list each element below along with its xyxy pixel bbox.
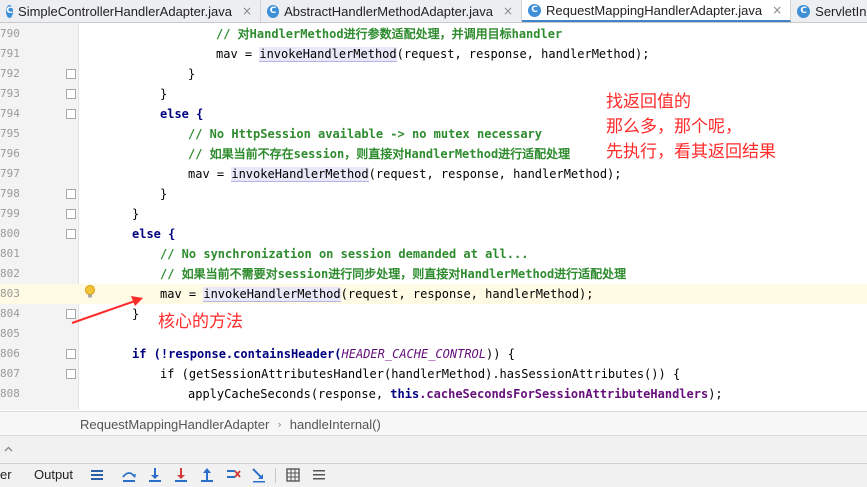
more-options-icon[interactable]: [310, 466, 328, 484]
annotation-arrow: [71, 296, 143, 324]
debug-toolbar: er Output: [0, 463, 867, 487]
breadcrumb-class[interactable]: RequestMappingHandlerAdapter: [80, 417, 269, 432]
tab-simple-controller-handler-adapter[interactable]: C SimpleControllerHandlerAdapter.java ×: [0, 0, 261, 22]
tab-debugger[interactable]: er: [0, 467, 12, 482]
close-icon[interactable]: ×: [503, 4, 513, 18]
step-out-icon[interactable]: [198, 466, 216, 484]
close-icon[interactable]: ×: [772, 3, 782, 17]
tab-label: ServletIn: [815, 3, 867, 19]
drop-frame-icon[interactable]: [224, 466, 242, 484]
annotation-note: 找返回值的 那么多，那个呢， 先执行，看其返回结果: [606, 92, 776, 162]
tab-label: RequestMappingHandlerAdapter.java: [546, 2, 763, 18]
tab-servlet-in[interactable]: C ServletIn: [791, 0, 867, 22]
step-over-icon[interactable]: [120, 466, 138, 484]
tab-abstract-handler-method-adapter[interactable]: C AbstractHandlerMethodAdapter.java ×: [261, 0, 522, 22]
editor-tab-bar: C SimpleControllerHandlerAdapter.java × …: [0, 0, 867, 23]
evaluate-expression-icon[interactable]: [284, 466, 302, 484]
breadcrumb-separator: ›: [277, 417, 282, 431]
annotation-core-method: 核心的方法: [158, 312, 243, 332]
toolbar-divider: [275, 468, 276, 483]
step-into-icon[interactable]: [146, 466, 164, 484]
force-step-into-icon[interactable]: [172, 466, 190, 484]
class-icon: C: [797, 4, 811, 18]
tab-label: SimpleControllerHandlerAdapter.java: [18, 3, 232, 19]
class-icon: C: [267, 4, 280, 18]
collapse-icon[interactable]: [4, 445, 13, 454]
menu-icon[interactable]: [88, 466, 106, 484]
tab-label: AbstractHandlerMethodAdapter.java: [284, 3, 493, 19]
close-icon[interactable]: ×: [242, 4, 252, 18]
tab-request-mapping-handler-adapter[interactable]: C RequestMappingHandlerAdapter.java ×: [522, 0, 792, 22]
class-icon: C: [528, 3, 541, 17]
breadcrumb-method[interactable]: handleInternal(): [290, 417, 381, 432]
run-to-cursor-icon[interactable]: [250, 466, 268, 484]
breadcrumb: RequestMappingHandlerAdapter › handleInt…: [0, 411, 867, 436]
code-editor[interactable]: 790 // 对HandlerMethod进行参数适配处理，并调用目标handl…: [0, 23, 867, 410]
tab-output[interactable]: Output: [34, 467, 73, 482]
panel-header-strip: [0, 435, 867, 464]
class-icon: C: [6, 4, 14, 18]
